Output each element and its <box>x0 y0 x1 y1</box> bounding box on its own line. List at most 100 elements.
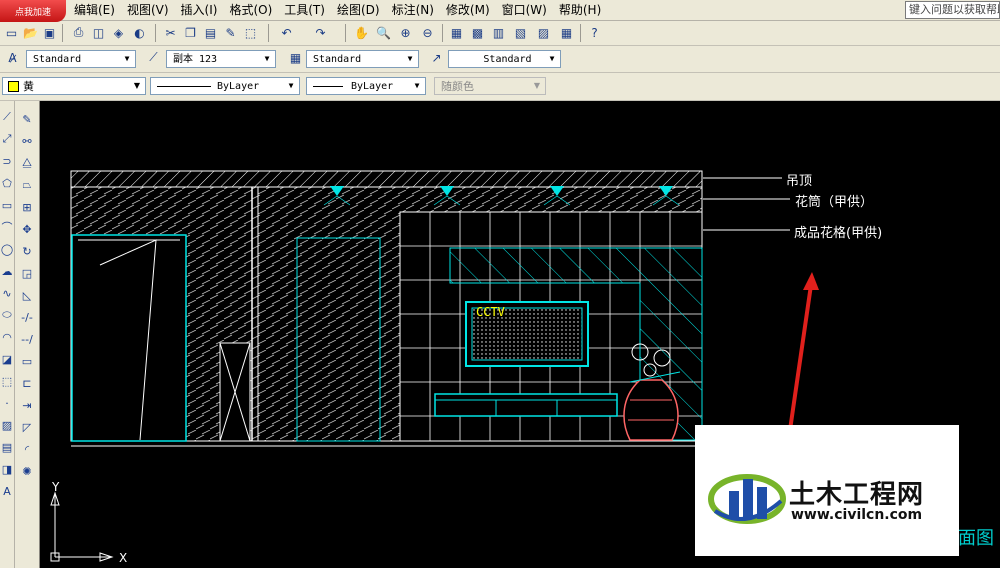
chamfer-icon[interactable]: ◸ <box>19 419 35 435</box>
zoom-realtime-icon[interactable]: 🔍 <box>375 24 392 41</box>
move-icon[interactable]: ✥ <box>19 221 35 237</box>
paste-icon[interactable]: ▤ <box>202 24 219 41</box>
rectangle-icon[interactable]: ▭ <box>0 197 15 213</box>
insert-block-icon[interactable]: ◪ <box>0 351 15 367</box>
linetype-select[interactable]: ByLayer ▼ <box>150 77 300 95</box>
gradient-icon[interactable]: ▤ <box>0 439 15 455</box>
trim-icon[interactable]: -/- <box>19 309 35 325</box>
color-value: 黄 <box>23 80 34 93</box>
plot-icon[interactable]: ◐ <box>131 24 148 41</box>
publish-icon[interactable]: ◈ <box>110 24 127 41</box>
mleader-style-value: Standard <box>483 54 532 65</box>
array-icon[interactable]: ⊞ <box>19 199 35 215</box>
copy-object-icon[interactable]: ⚯ <box>19 133 35 149</box>
markup-icon[interactable]: ▨ <box>535 24 552 41</box>
menu-window[interactable]: 窗口(W) <box>496 2 553 18</box>
label-ceiling: 吊顶 <box>786 174 813 189</box>
mleader-style-select[interactable]: Standard ▼ <box>448 50 561 68</box>
menu-draw[interactable]: 绘图(D) <box>331 2 386 18</box>
match-properties-icon[interactable]: ✎ <box>222 24 239 41</box>
block-editor-icon[interactable]: ⬚ <box>242 24 259 41</box>
pan-icon[interactable]: ✋ <box>353 24 370 41</box>
menu-modify[interactable]: 修改(M) <box>440 2 496 18</box>
text-style-icon: A̷ <box>8 50 17 65</box>
left-door <box>71 234 187 442</box>
properties-icon[interactable]: ▦ <box>448 24 465 41</box>
linetype-preview <box>157 85 211 87</box>
undo-icon[interactable]: ↶ <box>278 24 295 41</box>
line-icon[interactable]: ⟋ <box>0 109 15 125</box>
redo-icon[interactable]: ↷ <box>312 24 329 41</box>
erase-icon[interactable]: ✎ <box>19 111 35 127</box>
menu-list: 编辑(E) 视图(V) 插入(I) 格式(O) 工具(T) 绘图(D) 标注(N… <box>68 2 607 18</box>
speedup-badge[interactable]: 点我加速 <box>0 0 66 22</box>
chevron-down-icon: ▼ <box>407 54 413 63</box>
extend-icon[interactable]: --/ <box>19 331 35 347</box>
watermark: 土木工程网 www.civilcn.com <box>695 425 959 556</box>
join-icon[interactable]: ⊏ <box>19 375 35 391</box>
menu-dimension[interactable]: 标注(N) <box>386 2 440 18</box>
zoom-window-icon[interactable]: ⊕ <box>397 24 414 41</box>
open-file-icon[interactable]: 📂 <box>22 24 39 41</box>
construction-line-icon[interactable]: ⤢ <box>0 131 15 147</box>
scale-icon[interactable]: ◲ <box>19 265 35 281</box>
help-icon[interactable]: ? <box>586 24 603 41</box>
ellipse-arc-icon[interactable]: ◠ <box>0 329 15 345</box>
menu-format[interactable]: 格式(O) <box>223 2 278 18</box>
print-preview-icon[interactable]: ◫ <box>90 24 107 41</box>
zoom-previous-icon[interactable]: ⊖ <box>419 24 436 41</box>
stretch-icon[interactable]: ◺ <box>19 287 35 303</box>
tv-cabinet <box>434 393 618 417</box>
point-icon[interactable]: · <box>0 395 15 411</box>
rotate-icon[interactable]: ↻ <box>19 243 35 259</box>
circle-icon[interactable]: ◯ <box>0 241 15 257</box>
chevron-down-icon: ▼ <box>133 81 141 90</box>
print-icon[interactable]: ⎙ <box>70 24 87 41</box>
revcloud-icon[interactable]: ☁ <box>0 263 15 279</box>
polygon-icon[interactable]: ⬠ <box>0 175 15 191</box>
menu-help[interactable]: 帮助(H) <box>553 2 607 18</box>
color-select[interactable]: 黄 ▼ <box>2 77 146 95</box>
make-block-icon[interactable]: ⬚ <box>0 373 15 389</box>
menu-edit[interactable]: 编辑(E) <box>68 2 121 18</box>
dim-style-icon: ⟋ <box>149 50 158 64</box>
label-flower-lamp: 花筒（甲供） <box>795 195 874 210</box>
menu-view[interactable]: 视图(V) <box>121 2 175 18</box>
axis-x-label: X <box>119 551 128 565</box>
mtext-icon[interactable]: A <box>0 483 15 499</box>
hatch-icon[interactable]: ▨ <box>0 417 15 433</box>
design-center-icon[interactable]: ▩ <box>469 24 486 41</box>
spline-icon[interactable]: ∿ <box>0 285 15 301</box>
save-icon[interactable]: ▣ <box>41 24 58 41</box>
text-style-select[interactable]: Standard ▼ <box>26 50 136 68</box>
linetype-value: ByLayer <box>217 81 260 92</box>
dim-style-select[interactable]: 副本 123 ▼ <box>166 50 276 68</box>
tool-palettes-icon[interactable]: ▥ <box>490 24 507 41</box>
help-search-input[interactable]: 键入问题以获取帮助 <box>905 1 1000 19</box>
arc-icon[interactable]: ⌒ <box>0 219 15 235</box>
table-style-select[interactable]: Standard ▼ <box>306 50 419 68</box>
calculator-icon[interactable]: ▦ <box>558 24 575 41</box>
region-icon[interactable]: ◨ <box>0 461 15 477</box>
menu-insert[interactable]: 插入(I) <box>175 2 224 18</box>
menu-tools[interactable]: 工具(T) <box>278 2 331 18</box>
draw-toolbar: ⟋ ⤢ ⊃ ⬠ ▭ ⌒ ◯ ☁ ∿ ⬭ ◠ ◪ ⬚ · ▨ ▤ ◨ A <box>0 101 15 568</box>
sheet-set-icon[interactable]: ▧ <box>512 24 529 41</box>
standard-toolbar: ▭ 📂 ▣ ⎙ ◫ ◈ ◐ ✂ ❐ ▤ ✎ ⬚ ↶ ↷ ✋ 🔍 ⊕ ⊖ ▦ ▩ … <box>0 21 1000 46</box>
break-at-point-icon[interactable]: ⇥ <box>19 397 35 413</box>
polyline-icon[interactable]: ⊃ <box>0 153 15 169</box>
mirror-icon[interactable]: ⧋ <box>19 155 35 171</box>
menu-bar: 点我加速 编辑(E) 视图(V) 插入(I) 格式(O) 工具(T) 绘图(D)… <box>0 0 1000 22</box>
cut-icon[interactable]: ✂ <box>162 24 179 41</box>
new-file-icon[interactable]: ▭ <box>3 24 20 41</box>
break-icon[interactable]: ▭ <box>19 353 35 369</box>
explode-icon[interactable]: ✺ <box>19 463 35 479</box>
fillet-icon[interactable]: ◜ <box>19 441 35 457</box>
ellipse-icon[interactable]: ⬭ <box>0 307 15 323</box>
plotstyle-select[interactable]: 随颜色 ▼ <box>434 77 546 95</box>
lineweight-select[interactable]: ByLayer ▼ <box>306 77 426 95</box>
mleader-style-icon: ↗ <box>431 50 442 65</box>
offset-icon[interactable]: ⏢ <box>19 177 35 193</box>
label-lattice: 成品花格(甲供) <box>794 226 883 241</box>
copy-icon[interactable]: ❐ <box>182 24 199 41</box>
